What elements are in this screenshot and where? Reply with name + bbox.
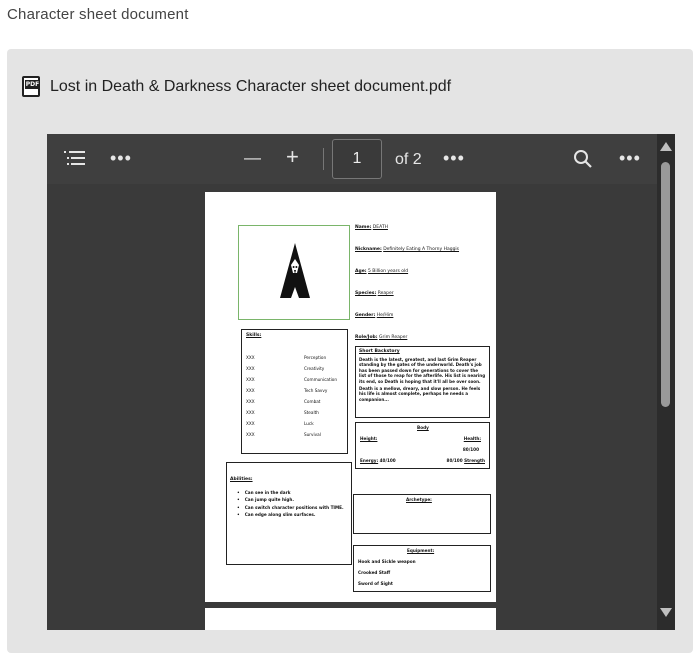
character-portrait — [238, 225, 350, 320]
body-stats-section: Body Height: Health: 80/100 Energy: 40/1… — [355, 422, 490, 469]
height-label: Height: — [360, 436, 378, 441]
vertical-scrollbar[interactable] — [657, 134, 675, 630]
health-value: 80/100 — [462, 447, 479, 452]
health-label: Health: — [463, 436, 481, 441]
file-header: PDF Lost in Death & Darkness Character s… — [22, 76, 451, 97]
search-icon[interactable] — [573, 149, 593, 173]
field-nickname: Nickname: Definitely Eating A Thorny Hag… — [355, 247, 460, 252]
scroll-up-arrow-icon[interactable] — [660, 142, 672, 151]
more-options-icon[interactable]: ••• — [110, 148, 132, 168]
pdf-page-1: Name: DEATH Nickname: Definitely Eating … — [205, 192, 496, 602]
skills-section: Skills: XXX Perception XXX Creativity XXX C… — [241, 329, 348, 454]
skill-row: XXX Creativity — [246, 366, 325, 371]
equipment-title: Equipment: — [407, 548, 435, 553]
field-role: Role/Job: Grim Reaper — [355, 335, 408, 340]
skill-row: XXX Perception — [246, 355, 327, 360]
zoom-in-button[interactable]: + — [286, 146, 299, 168]
pdf-toolbar: ••• — + 1 of 2 ••• ••• — [47, 134, 657, 184]
backstory-title: Short Backstory — [359, 349, 400, 354]
page-title: Character sheet document — [7, 6, 189, 23]
pdf-file-icon: PDF — [22, 76, 40, 97]
skill-row: XXX Survival — [246, 432, 321, 437]
scroll-thumb[interactable] — [661, 162, 670, 407]
field-species: Species: Reaper — [355, 291, 394, 296]
energy-stat: Energy: 40/100 — [360, 458, 396, 463]
backstory-paragraph-1: Death is the latest, greatest, and last … — [359, 357, 486, 384]
abilities-list: Can see in the dark Can jump quite high.… — [237, 489, 344, 519]
page-options-icon[interactable]: ••• — [443, 148, 465, 168]
reaper-hood-icon — [280, 243, 310, 298]
field-age: Age: 5 Billion years old — [355, 269, 409, 274]
list-item: Can edge along slim surfaces. — [237, 511, 344, 518]
skill-row: XXX Tech Savvy — [246, 388, 328, 393]
skill-row: XXX Communication — [246, 377, 338, 382]
list-item: Can jump quite high. — [237, 496, 344, 503]
strength-stat: 80/100 Strength — [446, 458, 485, 463]
scroll-down-arrow-icon[interactable] — [660, 608, 672, 617]
list-item: Crooked Staff — [358, 570, 391, 575]
page-number-input[interactable]: 1 — [332, 139, 382, 179]
abilities-section: Abilities: Can see in the dark Can jump … — [226, 462, 352, 565]
field-gender: Gender: He/Him — [355, 313, 394, 318]
backstory-paragraph-2: Death is a mellow, dreary, and slow pers… — [359, 386, 481, 402]
file-name[interactable]: Lost in Death & Darkness Character sheet… — [50, 78, 451, 96]
toolbar-divider — [323, 148, 324, 170]
document-panel: PDF Lost in Death & Darkness Character s… — [7, 49, 693, 653]
equipment-section: Equipment: Hook and Sickle weapon Crooke… — [353, 545, 491, 592]
more-options-icon-right[interactable]: ••• — [619, 148, 641, 168]
list-item: Can switch character positions with TIME… — [237, 504, 344, 511]
skill-row: XXX Luck — [246, 421, 314, 426]
list-item: Sword of Sight — [358, 581, 393, 586]
pdf-viewer: ••• — + 1 of 2 ••• ••• Name: DEATH Nickn… — [47, 134, 675, 630]
field-name: Name: DEATH — [355, 225, 388, 230]
abilities-title: Abilities: — [230, 477, 253, 482]
page-count: of 2 — [395, 151, 422, 168]
skills-title: Skills: — [246, 333, 262, 338]
archetype-title: Archetype: — [406, 497, 432, 502]
backstory-section: Short Backstory Death is the latest, gre… — [355, 346, 490, 418]
body-title: Body — [417, 425, 429, 430]
list-item: Hook and Sickle weapon — [358, 559, 416, 564]
archetype-section: Archetype: — [353, 494, 491, 534]
zoom-out-button[interactable]: — — [244, 148, 261, 168]
skill-row: XXX Stealth — [246, 410, 319, 415]
skill-row: XXX Combat — [246, 399, 321, 404]
list-item: Can see in the dark — [237, 489, 344, 496]
list-icon[interactable] — [64, 149, 86, 171]
pdf-page-2 — [205, 608, 496, 630]
